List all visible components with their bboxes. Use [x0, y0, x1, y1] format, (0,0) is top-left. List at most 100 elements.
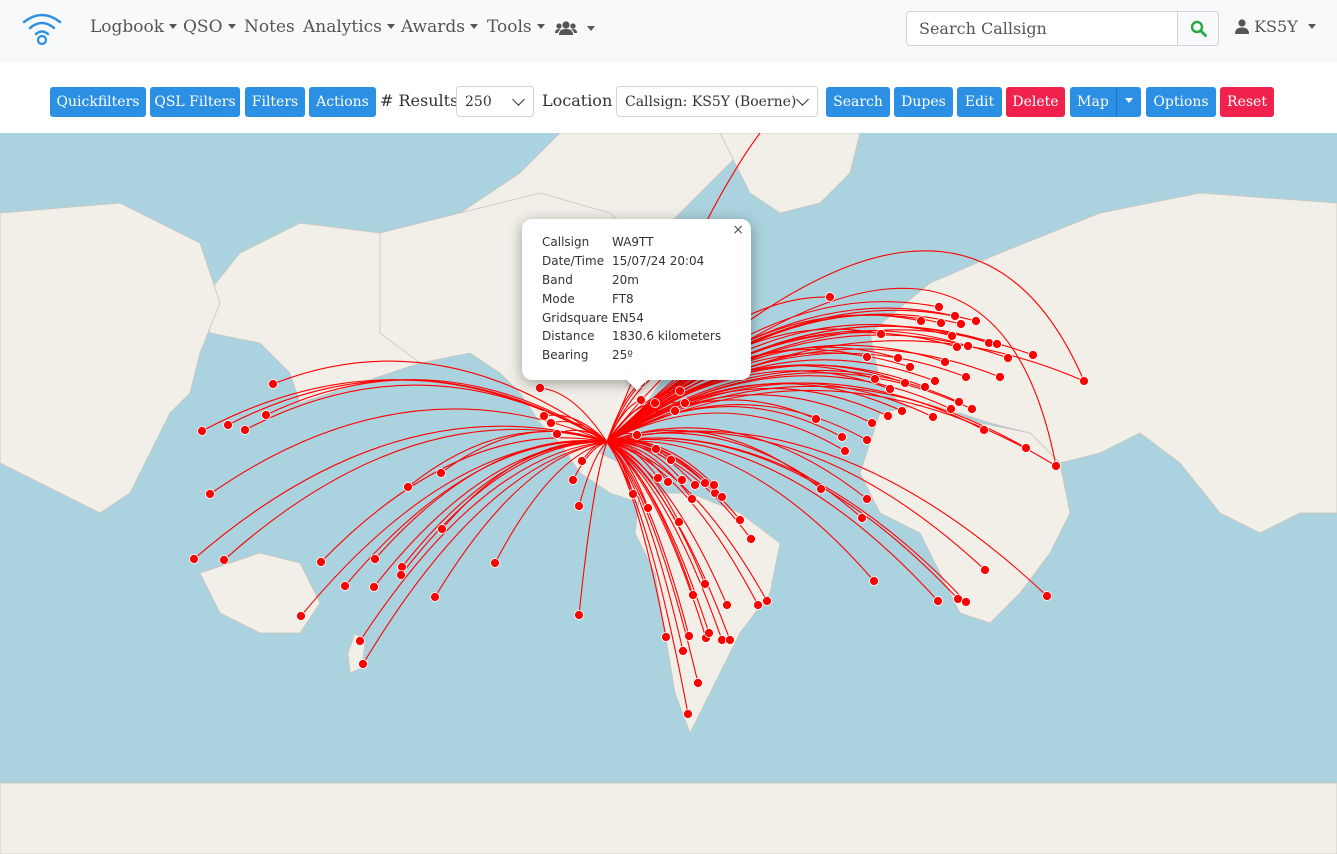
qso-marker[interactable]: [876, 329, 886, 339]
qso-marker[interactable]: [947, 331, 957, 341]
qso-marker[interactable]: [1079, 376, 1089, 386]
nav-tools[interactable]: Tools: [487, 17, 545, 37]
qso-marker[interactable]: [687, 494, 697, 504]
qso-marker[interactable]: [675, 386, 685, 396]
qso-marker[interactable]: [197, 426, 207, 436]
qso-marker[interactable]: [1042, 591, 1052, 601]
qso-marker[interactable]: [870, 374, 880, 384]
nav-notes[interactable]: Notes: [244, 17, 295, 37]
qso-marker[interactable]: [688, 590, 698, 600]
nav-logbook[interactable]: Logbook: [90, 17, 177, 37]
qso-marker[interactable]: [940, 357, 950, 367]
qso-marker[interactable]: [219, 555, 229, 565]
qso-marker[interactable]: [574, 610, 584, 620]
qso-marker[interactable]: [268, 379, 278, 389]
qso-marker[interactable]: [862, 435, 872, 445]
qso-marker[interactable]: [867, 418, 877, 428]
qso-marker[interactable]: [436, 468, 446, 478]
qso-marker[interactable]: [296, 611, 306, 621]
qsl-filters-button[interactable]: QSL Filters: [150, 87, 240, 117]
qso-marker[interactable]: [700, 579, 710, 589]
qso-marker[interactable]: [1003, 353, 1013, 363]
qso-marker[interactable]: [678, 646, 688, 656]
qso-marker[interactable]: [961, 372, 971, 382]
qso-marker[interactable]: [189, 554, 199, 564]
qso-marker[interactable]: [956, 319, 966, 329]
qso-marker[interactable]: [700, 478, 710, 488]
qso-marker[interactable]: [358, 659, 368, 669]
qso-marker[interactable]: [950, 311, 960, 321]
qso-marker[interactable]: [651, 444, 661, 454]
search-button[interactable]: [1177, 11, 1219, 46]
qso-marker[interactable]: [916, 316, 926, 326]
qso-marker[interactable]: [946, 404, 956, 414]
nav-awards[interactable]: Awards: [401, 17, 478, 37]
qso-marker[interactable]: [535, 383, 545, 393]
qso-marker[interactable]: [725, 635, 735, 645]
qso-marker[interactable]: [261, 410, 271, 420]
qso-marker[interactable]: [437, 524, 447, 534]
qso-marker[interactable]: [355, 636, 365, 646]
qso-marker[interactable]: [746, 534, 756, 544]
qso-marker[interactable]: [632, 430, 642, 440]
qso-marker[interactable]: [961, 597, 971, 607]
qso-marker[interactable]: [650, 398, 660, 408]
qso-marker[interactable]: [954, 397, 964, 407]
qso-marker[interactable]: [690, 480, 700, 490]
qso-marker[interactable]: [663, 477, 673, 487]
qso-marker[interactable]: [934, 302, 944, 312]
qso-marker[interactable]: [636, 395, 646, 405]
qso-marker[interactable]: [862, 494, 872, 504]
qso-marker[interactable]: [840, 446, 850, 456]
qso-marker[interactable]: [1021, 443, 1031, 453]
qso-marker[interactable]: [370, 554, 380, 564]
qso-marker[interactable]: [670, 406, 680, 416]
qso-marker[interactable]: [897, 406, 907, 416]
nav-qso[interactable]: QSO: [183, 17, 236, 37]
qso-marker[interactable]: [340, 581, 350, 591]
qso-marker[interactable]: [674, 517, 684, 527]
qso-marker[interactable]: [837, 432, 847, 442]
qso-marker[interactable]: [722, 600, 732, 610]
qso-marker[interactable]: [684, 631, 694, 641]
qso-marker[interactable]: [683, 709, 693, 719]
options-button[interactable]: Options: [1146, 87, 1216, 117]
qso-marker[interactable]: [653, 473, 663, 483]
edit-button[interactable]: Edit: [957, 87, 1002, 117]
qso-marker[interactable]: [490, 558, 500, 568]
qso-marker[interactable]: [568, 475, 578, 485]
qso-marker[interactable]: [546, 418, 556, 428]
qso-marker[interactable]: [666, 455, 676, 465]
search-qso-button[interactable]: Search: [826, 87, 890, 117]
qso-marker[interactable]: [680, 398, 690, 408]
delete-button[interactable]: Delete: [1006, 87, 1065, 117]
qso-marker[interactable]: [885, 384, 895, 394]
qso-marker[interactable]: [628, 489, 638, 499]
qso-marker[interactable]: [577, 456, 587, 466]
qso-marker[interactable]: [980, 565, 990, 575]
qso-marker[interactable]: [900, 378, 910, 388]
qso-marker[interactable]: [369, 582, 379, 592]
qso-marker[interactable]: [223, 420, 233, 430]
qso-marker[interactable]: [984, 338, 994, 348]
qso-marker[interactable]: [952, 342, 962, 352]
qso-marker[interactable]: [869, 576, 879, 586]
qso-marker[interactable]: [1051, 461, 1061, 471]
qso-marker[interactable]: [397, 562, 407, 572]
reset-button[interactable]: Reset: [1220, 87, 1274, 117]
qso-marker[interactable]: [995, 372, 1005, 382]
qso-marker[interactable]: [677, 475, 687, 485]
qso-marker[interactable]: [430, 592, 440, 602]
search-callsign-input[interactable]: [906, 11, 1178, 46]
qso-marker[interactable]: [693, 678, 703, 688]
nav-analytics[interactable]: Analytics: [303, 17, 395, 37]
qso-marker[interactable]: [316, 557, 326, 567]
qso-marker[interactable]: [811, 414, 821, 424]
user-menu[interactable]: KS5Y: [1235, 17, 1316, 36]
qso-marker[interactable]: [240, 425, 250, 435]
wifi-signal-icon[interactable]: [22, 10, 62, 46]
qso-marker[interactable]: [704, 628, 714, 638]
qso-marker[interactable]: [930, 376, 940, 386]
qso-marker[interactable]: [1028, 350, 1038, 360]
qso-marker[interactable]: [762, 596, 772, 606]
